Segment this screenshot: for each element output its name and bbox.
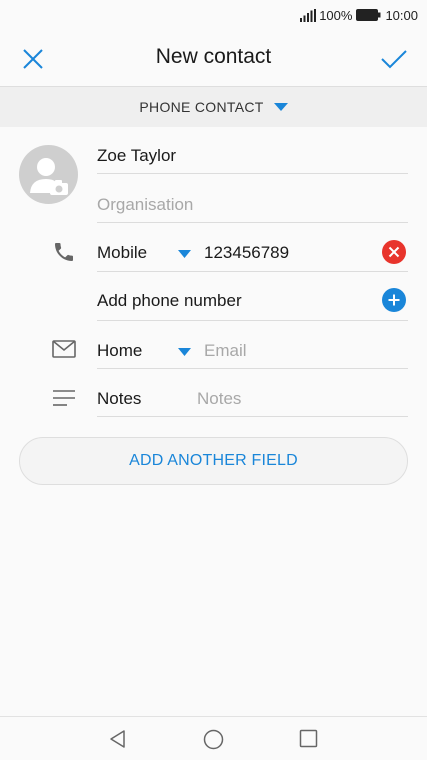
check-icon[interactable]	[379, 44, 409, 74]
name-field[interactable]: Zoe Taylor	[97, 135, 408, 174]
battery-icon	[356, 9, 381, 21]
notes-field[interactable]: Notes Notes	[97, 369, 408, 417]
account-label: PHONE CONTACT	[139, 99, 264, 115]
name-value: Zoe Taylor	[97, 146, 177, 165]
page-title: New contact	[155, 45, 272, 68]
email-field[interactable]: Home Email	[97, 321, 408, 369]
phone-field[interactable]: Mobile 123456789	[97, 223, 408, 272]
email-icon	[52, 340, 76, 358]
clock: 10:00	[385, 7, 418, 23]
navigation-bar	[0, 716, 427, 760]
email-type-caret-icon[interactable]	[178, 348, 191, 356]
phone-type-select[interactable]: Mobile	[97, 243, 147, 263]
notes-label: Notes	[97, 389, 142, 408]
remove-icon[interactable]	[382, 240, 406, 264]
add-icon[interactable]	[382, 288, 406, 312]
signal-icon	[300, 8, 317, 22]
email-placeholder[interactable]: Email	[204, 341, 247, 361]
add-phone-row[interactable]: Add phone number	[97, 272, 408, 321]
home-icon[interactable]	[203, 729, 224, 750]
add-another-field-label: ADD ANOTHER FIELD	[129, 452, 298, 469]
account-selector[interactable]: PHONE CONTACT	[0, 86, 427, 127]
contact-photo-button[interactable]	[19, 145, 78, 204]
phone-type-caret-icon[interactable]	[178, 250, 191, 258]
notes-placeholder[interactable]: Notes	[197, 389, 241, 409]
add-photo-avatar-icon	[30, 158, 68, 195]
phone-number-input[interactable]: 123456789	[204, 243, 289, 263]
app-bar: New contact	[0, 30, 427, 86]
battery-percent: 100%	[319, 7, 353, 23]
phone-icon	[55, 243, 73, 261]
add-another-field-button[interactable]: ADD ANOTHER FIELD	[19, 437, 408, 485]
organisation-placeholder: Organisation	[97, 195, 194, 214]
add-phone-label: Add phone number	[97, 291, 242, 310]
back-icon[interactable]	[108, 729, 128, 749]
email-type-select[interactable]: Home	[97, 341, 142, 361]
notes-icon	[53, 390, 75, 406]
status-bar: 100% 10:00	[0, 0, 427, 30]
caret-down-icon	[273, 103, 288, 111]
recents-icon[interactable]	[299, 729, 318, 748]
organisation-field[interactable]: Organisation	[97, 174, 408, 223]
